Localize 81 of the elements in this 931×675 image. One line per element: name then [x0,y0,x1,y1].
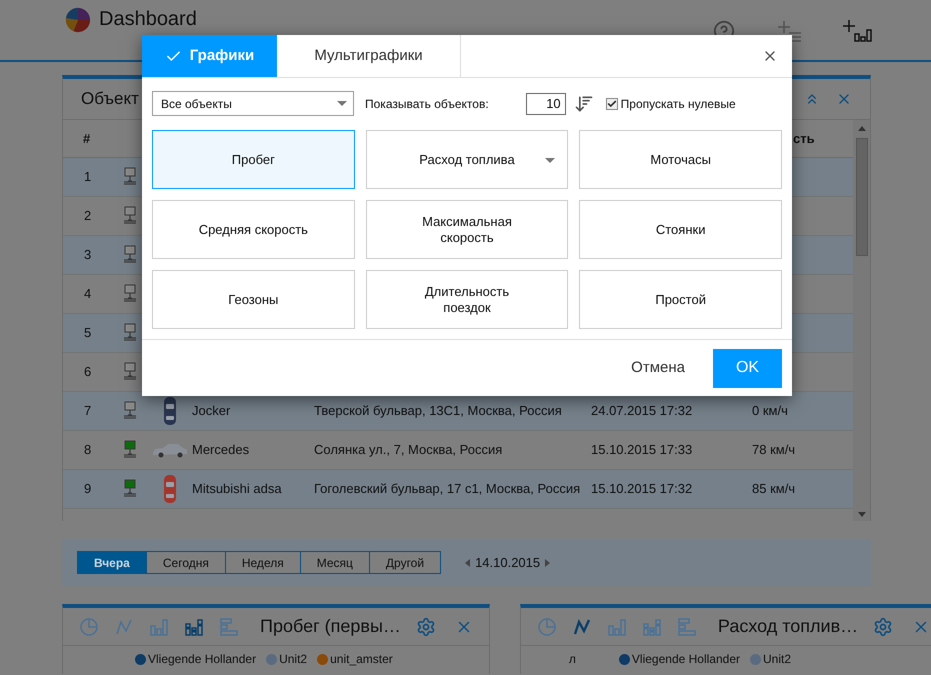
chart-type-option[interactable]: Моточасы [579,130,782,189]
table-cell-text: Тверской бульвар, 13С1, Москва, Россия [313,402,563,420]
horizontal-bar-chart-icon[interactable] [676,616,697,636]
date-label: 14.10.2015 [475,554,540,572]
chart-type-option[interactable]: Расход топлива [366,130,568,189]
scroll-down-icon[interactable] [858,512,866,517]
legend-label: Unit2 [762,652,791,666]
pie-logo-icon [65,7,91,33]
cancel-button[interactable]: Отмена [629,356,687,380]
table-cell-text: Jocker [191,402,232,420]
legend-label: Vliegende Hollander [148,652,256,666]
table-row[interactable]: 9 Mitsubishi adsa Гоголевский бульвар, 17 с1, Москва, Россия 15.10.2015 17:32 85 км/ч [63,470,853,509]
chart-type-option[interactable]: Средняя скорость [152,200,355,259]
checkbox[interactable] [606,98,618,110]
scroll-up-icon[interactable] [858,126,866,131]
period-tab[interactable]: Другой [368,552,440,573]
column-header: сть [793,130,815,148]
table-cell-text: 9 [83,480,92,498]
period-tab[interactable]: Сегодня [146,552,225,573]
widget-title: Пробег (первы… [260,615,401,638]
table-cell-text: 0 км/ч [752,402,789,420]
check-icon [606,98,617,108]
table-cell-text: Солянка ул., 7, Москва, Россия [313,441,504,460]
period-tab[interactable]: Вчера [78,552,146,573]
table-cell-text: Гоголевский бульвар, 17 с1, Москва, Россия [313,480,582,498]
axis-label: л [568,652,577,666]
table-cell-text: 15.10.2015 17:33 [590,441,694,460]
legend-label: unit_amster [330,652,393,666]
caret-icon [337,101,347,106]
period-tab[interactable]: Месяц [300,552,369,573]
dialog-tab[interactable]: Мультиграфики [277,35,461,77]
chart-type-option[interactable]: Стоянки [579,200,782,259]
scrollbar[interactable] [853,120,870,521]
chart-type-option[interactable]: Длительность поездок [366,270,568,329]
table-cell-text: 1 [83,168,92,186]
objects-select[interactable]: Все объекты [152,91,354,116]
table-cell-text: 7 [83,402,92,420]
table-cell-text: 85 км/ч [752,480,796,498]
table-cell-text: 8 [83,441,92,460]
table-cell-text: 5 [83,324,92,342]
stacked-bar-chart-icon[interactable] [642,616,662,636]
table-cell-text: 2 [83,207,92,226]
table-row[interactable]: 7 Jocker Тверской бульвар, 13С1, Москва, Россия 24.07.2015 17:32 0 км/ч [63,392,853,431]
chart-type-option[interactable]: Максимальная скорость [366,200,568,259]
period-tab[interactable]: Неделя [224,552,300,573]
table-cell-text: 6 [83,363,92,382]
table-cell-text: 15.10.2015 17:32 [590,480,694,498]
panel-title: Объект [81,88,139,110]
sort-icon[interactable] [574,94,594,114]
add-chart-icon[interactable] [843,19,873,43]
legend-label: Unit2 [279,652,308,666]
previous-icon[interactable] [465,558,470,566]
bar-chart-icon[interactable] [606,616,627,636]
caret-icon[interactable] [545,158,556,163]
table-cell-text: Mitsubishi adsa [191,480,283,498]
table-cell-text: 24.07.2015 17:32 [590,402,694,420]
table-cell-text: Mercedes [191,441,250,460]
count-field[interactable]: 10 [526,92,566,114]
column-header: # [82,130,92,148]
legend-label: Vliegende Hollander [632,652,740,666]
stacked-bar-chart-icon[interactable] [184,616,204,636]
pie-chart-icon[interactable] [536,616,557,636]
settings-icon[interactable] [416,616,436,636]
table-cell-text: 4 [83,285,92,304]
add-list-icon[interactable] [775,19,803,43]
horizontal-bar-chart-icon[interactable] [219,616,239,636]
count-label: Показывать объектов: [365,96,489,112]
line-chart-icon[interactable] [572,616,592,636]
page-title: Dashboard [99,7,197,31]
pie-chart-icon[interactable] [79,616,99,636]
checkbox-label: Пропускать нулевые [620,96,736,112]
chart-type-option[interactable]: Простой [579,270,782,329]
widget-title: Расход топлив… [718,615,858,638]
chart-type-option[interactable]: Геозоны [152,270,355,329]
bar-chart-icon[interactable] [149,616,169,636]
next-icon[interactable] [545,558,550,566]
table-cell-text: 78 км/ч [752,441,796,460]
settings-icon[interactable] [873,616,894,636]
table-cell-text: 3 [83,246,92,264]
scroll-thumb[interactable] [856,138,868,256]
chart-type-option[interactable]: Пробег [152,130,355,189]
